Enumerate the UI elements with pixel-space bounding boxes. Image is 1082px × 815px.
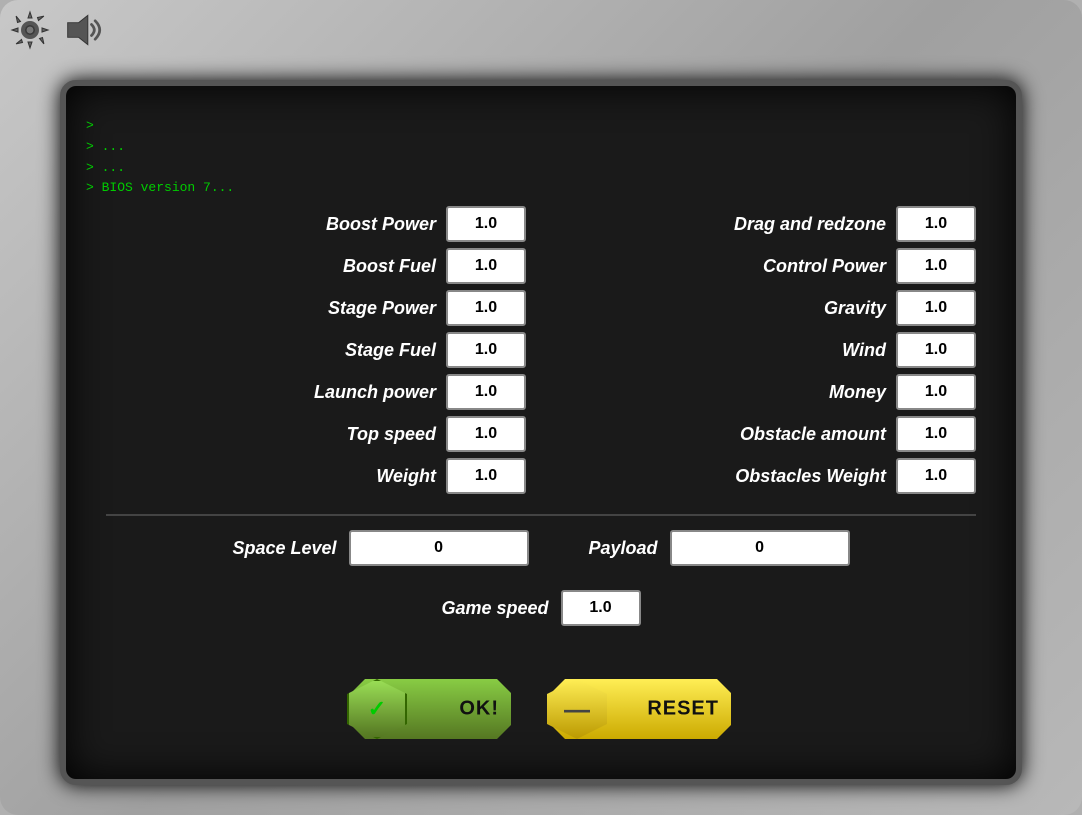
right-param-label-5: Obstacle amount: [556, 424, 886, 445]
left-param-row-1: Boost Fuel: [106, 248, 526, 284]
buttons-row: ✓ OK! — RESET: [66, 679, 1016, 739]
reset-button-label: RESET: [647, 698, 719, 721]
left-param-label-6: Weight: [106, 466, 436, 487]
left-param-label-3: Stage Fuel: [106, 340, 436, 361]
space-level-label: Space Level: [232, 538, 336, 559]
main-content: Boost Power Drag and redzone Boost Fuel …: [106, 206, 976, 759]
right-param-label-4: Money: [556, 382, 886, 403]
right-param-row-5: Obstacle amount: [556, 416, 976, 452]
screen: > > ... > ... > BIOS version 7... Boost …: [60, 80, 1022, 785]
ok-button-label: OK!: [459, 698, 499, 721]
left-param-row-6: Weight: [106, 458, 526, 494]
right-param-input-1[interactable]: [896, 248, 976, 284]
left-param-label-0: Boost Power: [106, 214, 436, 235]
right-param-row-1: Control Power: [556, 248, 976, 284]
left-param-label-2: Stage Power: [106, 298, 436, 319]
right-param-input-0[interactable]: [896, 206, 976, 242]
settings-icon[interactable]: [8, 8, 52, 52]
left-param-input-6[interactable]: [446, 458, 526, 494]
left-param-input-1[interactable]: [446, 248, 526, 284]
left-param-row-5: Top speed: [106, 416, 526, 452]
right-param-label-1: Control Power: [556, 256, 886, 277]
left-param-label-4: Launch power: [106, 382, 436, 403]
left-param-row-0: Boost Power: [106, 206, 526, 242]
payload-label: Payload: [589, 538, 658, 559]
ok-button[interactable]: ✓ OK!: [351, 679, 511, 739]
right-param-label-0: Drag and redzone: [556, 214, 886, 235]
left-param-input-5[interactable]: [446, 416, 526, 452]
right-param-row-4: Money: [556, 374, 976, 410]
left-param-row-3: Stage Fuel: [106, 332, 526, 368]
right-param-row-6: Obstacles Weight: [556, 458, 976, 494]
bottom-fields-row: Space Level Payload: [232, 530, 849, 566]
monitor-bezel: > > ... > ... > BIOS version 7... Boost …: [0, 0, 1082, 815]
left-param-input-4[interactable]: [446, 374, 526, 410]
left-param-row-4: Launch power: [106, 374, 526, 410]
right-param-input-3[interactable]: [896, 332, 976, 368]
payload-field: Payload: [589, 530, 850, 566]
left-param-input-3[interactable]: [446, 332, 526, 368]
right-param-input-6[interactable]: [896, 458, 976, 494]
game-speed-field: Game speed: [441, 590, 640, 626]
space-level-field: Space Level: [232, 530, 528, 566]
right-param-row-2: Gravity: [556, 290, 976, 326]
right-param-input-5[interactable]: [896, 416, 976, 452]
game-speed-input[interactable]: [561, 590, 641, 626]
right-param-input-4[interactable]: [896, 374, 976, 410]
terminal-text: > > ... > ... > BIOS version 7...: [86, 116, 234, 199]
right-param-row-3: Wind: [556, 332, 976, 368]
game-speed-label: Game speed: [441, 598, 548, 619]
left-param-label-1: Boost Fuel: [106, 256, 436, 277]
payload-input[interactable]: [670, 530, 850, 566]
left-param-input-0[interactable]: [446, 206, 526, 242]
reset-button[interactable]: — RESET: [551, 679, 731, 739]
divider: [106, 514, 976, 516]
right-param-label-3: Wind: [556, 340, 886, 361]
left-param-label-5: Top speed: [106, 424, 436, 445]
params-grid: Boost Power Drag and redzone Boost Fuel …: [106, 206, 976, 494]
right-param-input-2[interactable]: [896, 290, 976, 326]
sound-icon[interactable]: [64, 8, 108, 52]
left-param-input-2[interactable]: [446, 290, 526, 326]
space-level-input[interactable]: [349, 530, 529, 566]
right-param-row-0: Drag and redzone: [556, 206, 976, 242]
left-param-row-2: Stage Power: [106, 290, 526, 326]
right-param-label-2: Gravity: [556, 298, 886, 319]
top-bar: [8, 8, 108, 52]
right-param-label-6: Obstacles Weight: [556, 466, 886, 487]
